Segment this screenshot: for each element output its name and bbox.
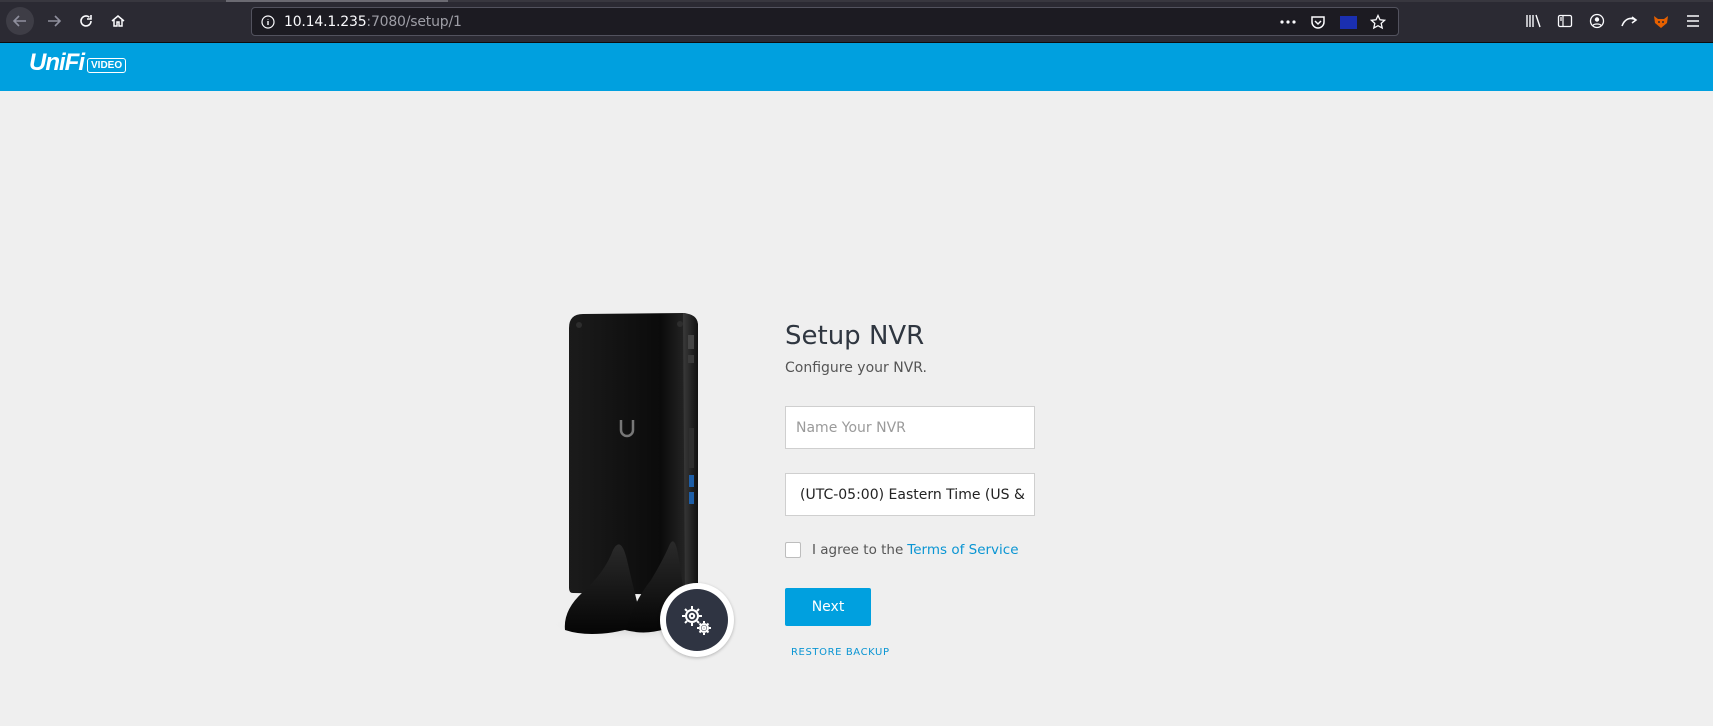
forward-arrow-icon[interactable] [40,7,68,35]
timezone-value: (UTC-05:00) Eastern Time (US & [800,486,1025,503]
site-info-icon[interactable] [260,14,276,30]
active-tab-indicator[interactable] [226,0,448,2]
url-text[interactable]: 10.14.1.235:7080/setup/1 [284,14,462,30]
sync-icon[interactable] [1615,7,1643,35]
fox-extension-icon[interactable] [1647,7,1675,35]
back-arrow-icon[interactable] [6,7,34,35]
terms-of-service-link[interactable]: Terms of Service [907,542,1018,558]
extension-flag-icon[interactable] [1338,12,1358,32]
terms-row: I agree to the Terms of Service [785,542,1019,558]
page-actions-icon[interactable] [1278,12,1298,32]
app-header: UniFi VIDEO [0,43,1713,91]
url-bar[interactable]: 10.14.1.235:7080/setup/1 [251,7,1399,36]
url-host: 10.14.1.235 [284,14,367,30]
hamburger-menu-icon[interactable] [1679,7,1707,35]
nvr-name-input[interactable] [785,406,1035,449]
url-path: :7080/setup/1 [366,14,462,30]
bookmark-star-icon[interactable] [1368,12,1388,32]
page-subtitle: Configure your NVR. [785,360,927,376]
page-title: Setup NVR [785,321,925,351]
unifi-video-logo[interactable]: UniFi VIDEO [29,49,127,76]
sidebar-icon[interactable] [1551,7,1579,35]
restore-backup-link[interactable]: RESTORE BACKUP [791,647,890,658]
terms-checkbox[interactable] [785,542,801,558]
home-icon[interactable] [104,7,132,35]
terms-label: I agree to the [812,542,904,558]
settings-gear-badge-icon [660,583,734,657]
nvr-device-illustration [550,310,745,690]
logo-text: UniFi [29,49,85,76]
browser-toolbar: 10.14.1.235:7080/setup/1 [0,0,1713,43]
logo-badge: VIDEO [87,58,127,73]
library-icon[interactable] [1519,7,1547,35]
pocket-icon[interactable] [1308,12,1328,32]
reload-icon[interactable] [72,7,100,35]
next-button[interactable]: Next [785,588,871,626]
timezone-select[interactable]: (UTC-05:00) Eastern Time (US & [785,473,1035,516]
account-icon[interactable] [1583,7,1611,35]
